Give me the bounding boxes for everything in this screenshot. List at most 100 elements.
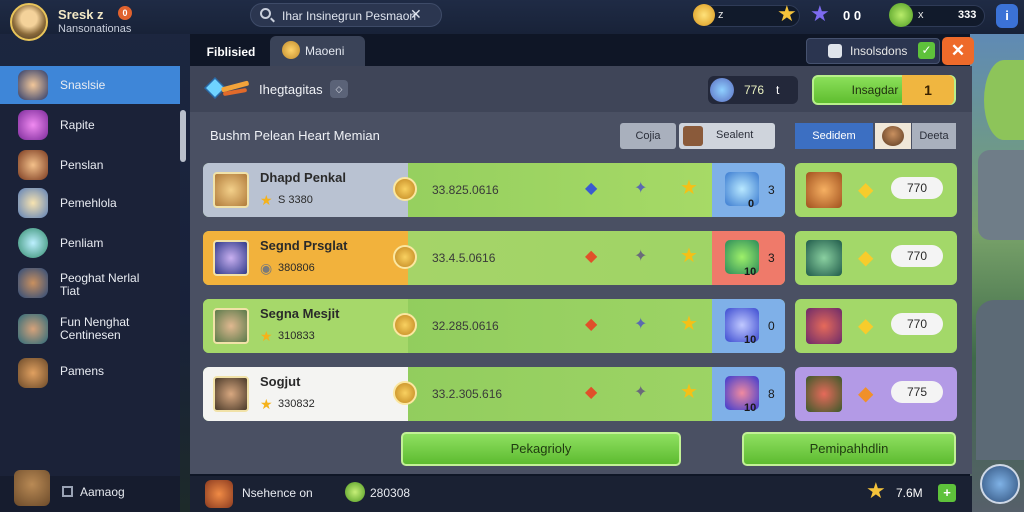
rock-decoration: [976, 300, 1024, 460]
gem-icon: ✦: [634, 248, 648, 265]
hero-level: 10: [744, 402, 757, 414]
bottom-coin-value: 280308: [370, 486, 411, 500]
orange-gem-icon: ◆: [858, 383, 874, 405]
top-bar: [0, 0, 1024, 34]
character-icon: [18, 314, 48, 344]
magic-icon: [18, 110, 48, 140]
filter-sedidem[interactable]: Sedidem: [795, 123, 873, 149]
filter-cojia[interactable]: Cojia: [620, 123, 676, 149]
bottom-star-value: 7.6M: [896, 486, 923, 500]
star-icon: ★: [777, 1, 797, 26]
multiplier-label: x: [918, 9, 924, 21]
sidebar-scrollbar[interactable]: [180, 110, 186, 162]
player-portrait: [213, 376, 249, 412]
player-portrait: [213, 308, 249, 344]
sidebar-footer-label: Aamaog: [80, 485, 125, 499]
hero-portrait: [806, 376, 842, 412]
search-text: Ihar Insinegrun Pesmaon: [282, 9, 417, 23]
sidebar-item-pamens[interactable]: Pamens: [0, 354, 180, 392]
notification-icon: [828, 44, 842, 58]
row-player-sub: S 3380: [278, 194, 313, 206]
gem-icon: ◆: [585, 248, 598, 265]
info-button[interactable]: i: [996, 4, 1018, 28]
sidebar-item-label: Penliam: [60, 236, 104, 250]
hero-icon[interactable]: [205, 480, 233, 508]
character-icon: [18, 150, 48, 180]
hero-portrait: [806, 240, 842, 276]
row-count: 3: [768, 251, 775, 265]
gem-icon: ✦: [634, 180, 648, 197]
star-value: 0 0: [843, 8, 862, 23]
gem-icon: ✦: [634, 316, 648, 333]
sidebar-item-rapite[interactable]: Rapite: [0, 106, 180, 144]
checkbox[interactable]: [62, 486, 73, 497]
character-icon: [18, 268, 48, 298]
row-count: 0: [768, 319, 775, 333]
notification-badge: 0: [118, 6, 132, 20]
profile-avatar[interactable]: [980, 464, 1020, 504]
gem-icon: ◆: [585, 180, 598, 197]
hero-level: 10: [744, 266, 757, 278]
crystal-sword-icon: [203, 74, 251, 102]
close-button[interactable]: ✕: [942, 37, 974, 65]
tab-fiblisied[interactable]: Fiblisied: [196, 38, 266, 66]
sidebar: Snaslsie Rapite Penslan Pemehlola Penlia…: [0, 66, 180, 476]
filter-deeta[interactable]: Deeta: [912, 123, 956, 149]
tree-decoration: [984, 60, 1024, 140]
shield-icon: [18, 228, 48, 258]
row-count: 3: [768, 183, 775, 197]
sidebar-item-peoghat[interactable]: Peoghat Nerlal Tiat: [0, 264, 180, 308]
sidebar-item-label: Snaslsie: [60, 78, 106, 92]
sidebar-item-penliam[interactable]: Penliam: [0, 224, 180, 262]
score-value: 776: [744, 83, 765, 97]
green-coin-value: 333: [958, 9, 977, 21]
gem-icon: ◆: [585, 316, 598, 333]
chest-icon[interactable]: [14, 470, 50, 506]
star-icon: ★: [260, 328, 273, 344]
sidebar-item-label: Peoghat Nerlal Tiat: [60, 271, 140, 298]
gold-gem-icon: ◆: [858, 315, 874, 337]
gold-gem-icon: ◆: [858, 247, 874, 269]
green-coin-icon: [889, 3, 913, 27]
gold-coin-icon: [693, 4, 715, 26]
add-button[interactable]: +: [938, 484, 956, 502]
primary-action-button[interactable]: Pekagrioly: [401, 432, 681, 466]
medal-icon: [393, 313, 417, 337]
star-icon: ★: [680, 313, 698, 335]
row-score: 33.4.5.0616: [432, 251, 496, 265]
sidebar-item-label: Pemehlola: [60, 196, 117, 210]
panel-title: Ihegtagitas: [259, 82, 323, 97]
sidebar-item-snaslsie[interactable]: Snaslsie: [0, 66, 180, 104]
player-portrait: [213, 172, 249, 208]
star-icon: ★: [680, 381, 698, 403]
medal-icon: [393, 381, 417, 405]
check-icon[interactable]: ✓: [918, 42, 935, 59]
chest-icon: [18, 358, 48, 388]
hero-level: 0: [748, 198, 755, 210]
gem-icon: ◆: [585, 384, 598, 401]
sidebar-item-penslan[interactable]: Penslan: [0, 146, 180, 184]
sidebar-item-fun-nenghat[interactable]: Fun Nenghat Centinesen: [0, 310, 180, 354]
row-player-name: Dhapd Penkal: [260, 170, 346, 185]
hero-portrait: [806, 308, 842, 344]
gem-cluster-icon: [710, 78, 734, 102]
sidebar-item-pemehlola[interactable]: Pemehlola: [0, 184, 180, 222]
search-clear-icon[interactable]: ✕: [410, 6, 422, 23]
reward-value: 770: [891, 177, 943, 199]
purple-star-icon: ★: [810, 1, 830, 26]
insagdar-count: 1: [902, 75, 954, 105]
secondary-action-button[interactable]: Pemipahhdlin: [742, 432, 956, 466]
player-portrait: [213, 240, 249, 276]
medal-icon: [393, 177, 417, 201]
gold-value: z: [718, 9, 724, 21]
section-title: Bushm Pelean Heart Memian: [210, 128, 380, 143]
character-icon: [683, 126, 703, 146]
player-avatar[interactable]: [10, 3, 48, 41]
reward-value: 770: [891, 313, 943, 335]
row-score: 33.825.0616: [432, 183, 499, 197]
bottom-label: Nsehence on: [242, 486, 313, 500]
star-icon: ★: [680, 245, 698, 267]
info-box[interactable]: ◇: [330, 80, 348, 98]
filter-label: Sealent: [716, 129, 754, 141]
star-icon: ★: [680, 177, 698, 199]
